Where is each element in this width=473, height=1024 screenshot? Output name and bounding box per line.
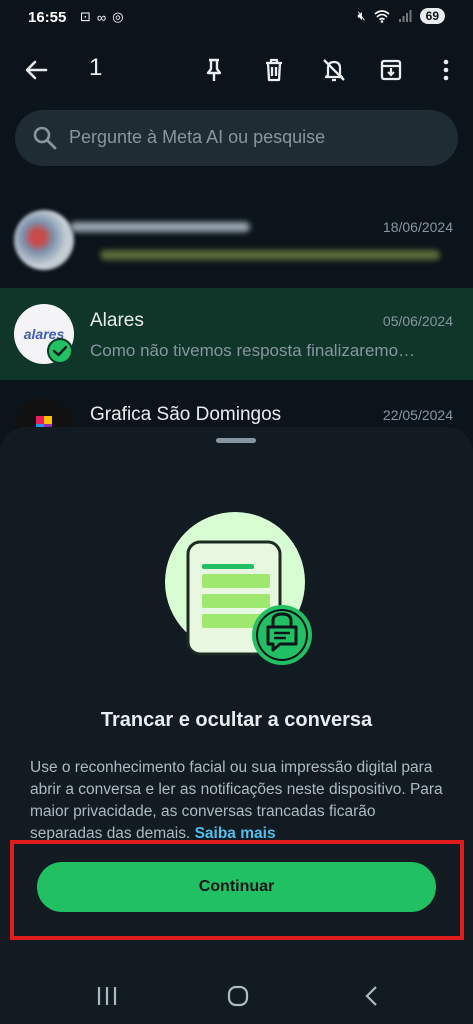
system-nav-bar	[0, 967, 473, 1024]
trash-icon[interactable]	[258, 54, 290, 86]
home-icon[interactable]	[224, 983, 252, 1009]
search-input[interactable]: Pergunte à Meta AI ou pesquise	[69, 127, 325, 148]
continue-button-label: Continuar	[198, 878, 275, 895]
continue-button[interactable]: Continuar	[37, 862, 436, 912]
status-bar: 16:55 ⊡ ∞ ◎ 🔇︎ 69	[0, 0, 473, 36]
status-right-icons: 🔇︎ 69	[357, 8, 445, 24]
screenshot-icon: ⊡	[80, 9, 91, 24]
voicemail-icon: ∞	[96, 9, 107, 25]
search-icon	[33, 126, 57, 150]
chat-name: Grafica São Domingos	[90, 404, 282, 425]
archive-icon[interactable]	[375, 54, 407, 86]
search-bar[interactable]: Pergunte à Meta AI ou pesquise	[15, 110, 458, 166]
recent-apps-icon[interactable]	[93, 983, 121, 1009]
learn-more-link[interactable]: Saiba mais	[195, 825, 276, 842]
selected-check-icon	[47, 338, 73, 364]
chat-date: 18/06/2024	[382, 219, 453, 235]
sheet-title: Trancar e ocultar a conversa	[100, 709, 373, 731]
wifi-icon	[374, 10, 390, 23]
avatar	[14, 210, 74, 270]
back-arrow-icon[interactable]	[20, 54, 52, 86]
mute-icon: 🔇︎	[357, 8, 366, 23]
sheet-description: Use o reconhecimento facial ou sua impre…	[30, 757, 450, 845]
blurred-name	[70, 222, 250, 232]
hotspot-icon: ◎	[112, 9, 124, 24]
back-icon[interactable]	[358, 983, 386, 1009]
selected-count: 1	[89, 54, 103, 81]
chat-date: 22/05/2024	[382, 407, 453, 423]
selection-action-bar: 1	[0, 36, 473, 104]
mute-notifications-icon[interactable]	[318, 54, 350, 86]
chat-name: Alares	[90, 310, 144, 331]
more-vertical-icon[interactable]	[430, 54, 462, 86]
drag-handle[interactable]	[216, 438, 256, 443]
chat-preview: Como não tivemos resposta finalizaremo…	[90, 341, 416, 360]
blurred-preview	[100, 250, 440, 260]
status-time: 16:55	[28, 9, 67, 26]
signal-icon	[398, 10, 412, 22]
chat-row[interactable]: 18/06/2024	[0, 194, 473, 286]
battery-indicator: 69	[419, 8, 445, 24]
pin-icon[interactable]	[198, 54, 230, 86]
chat-row-alares[interactable]: alares Alares 05/06/2024 Como não tivemo…	[0, 288, 473, 380]
status-left-icons: ⊡ ∞ ◎	[80, 9, 124, 25]
chat-date: 05/06/2024	[382, 313, 453, 329]
locked-chat-illustration-icon	[165, 512, 312, 665]
lock-chat-bottom-sheet: Trancar e ocultar a conversa Use o recon…	[0, 427, 473, 967]
